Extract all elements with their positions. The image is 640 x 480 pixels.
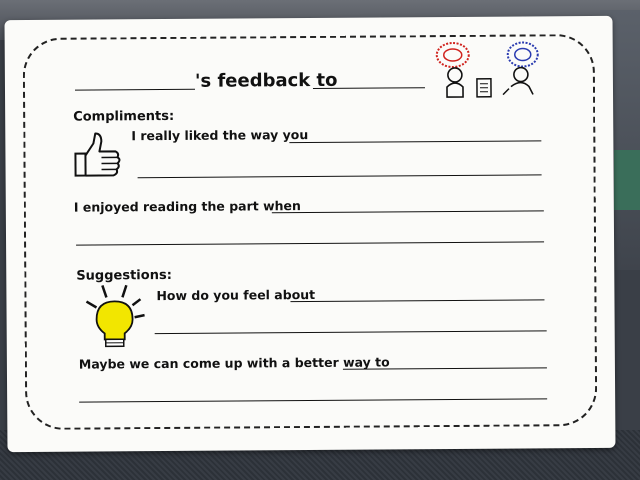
thumbs-up-icon — [74, 132, 121, 177]
enjoyed-prompt: I enjoyed reading the part when — [73, 198, 301, 215]
discussion-people-icon — [435, 41, 539, 98]
feedback-sheet: 's feedback to Compliments: I really lik… — [4, 15, 616, 453]
background-object — [614, 150, 640, 210]
suggestions-label: Suggestions: — [76, 267, 172, 284]
liked-prompt: I really liked the way you — [131, 127, 309, 144]
compliments-label: Compliments: — [73, 108, 175, 125]
light-bulb-icon — [85, 284, 145, 348]
